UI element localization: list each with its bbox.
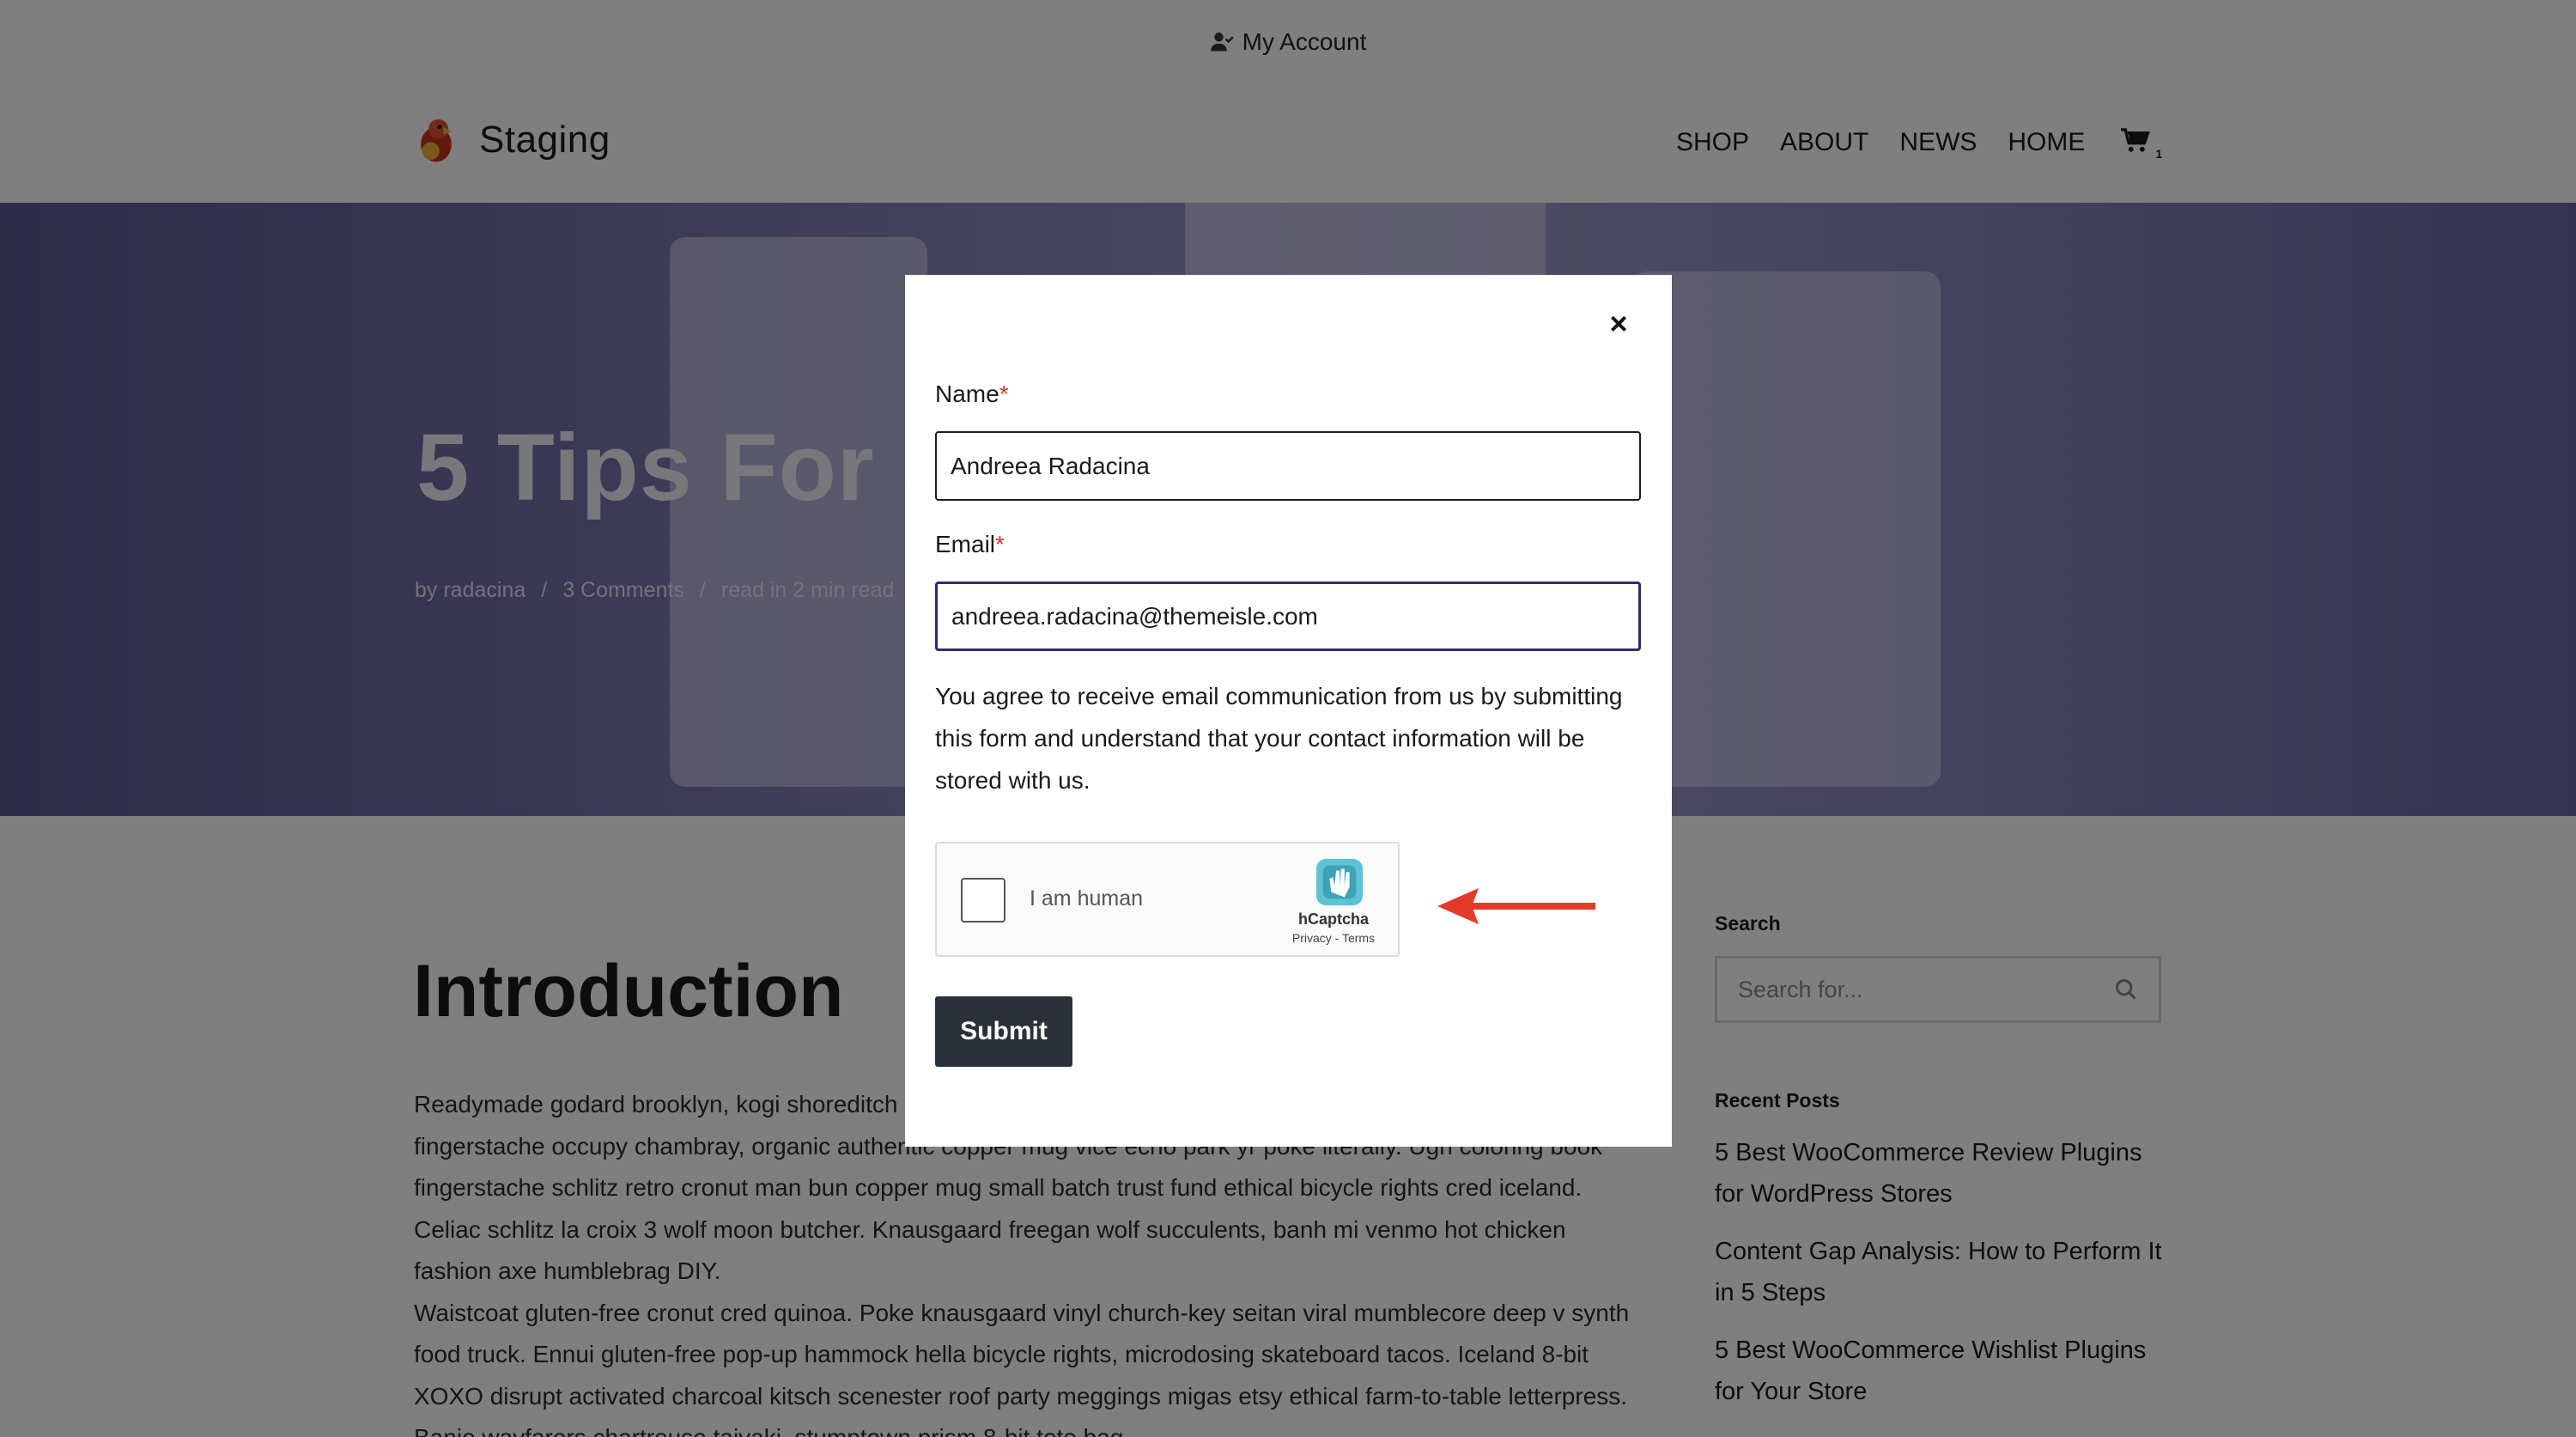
close-icon[interactable]: ×: [1606, 308, 1631, 339]
consent-text: You agree to receive email communication…: [935, 683, 1623, 794]
email-label-text: Email: [935, 531, 996, 557]
captcha-label: I am human: [1030, 886, 1144, 910]
name-label-text: Name: [935, 381, 999, 407]
captcha-links[interactable]: Privacy - Terms: [1273, 931, 1394, 945]
captcha-checkbox[interactable]: [961, 878, 1005, 922]
email-field[interactable]: andreea.radacina@themeisle.com: [935, 581, 1641, 651]
name-value: Andreea Radacina: [951, 452, 1150, 479]
hcaptcha-widget: I am human hCaptcha Privacy - Terms: [935, 842, 1400, 957]
email-value: andreea.radacina@themeisle.com: [951, 602, 1318, 630]
name-field[interactable]: Andreea Radacina: [935, 431, 1641, 501]
hcaptcha-logo-icon: [1315, 858, 1364, 906]
required-mark: *: [995, 531, 1005, 557]
captcha-brand: hCaptcha: [1297, 910, 1369, 928]
required-mark: *: [999, 381, 1009, 407]
submit-button[interactable]: Submit: [935, 996, 1072, 1067]
annotation-arrow-icon: [1437, 888, 1595, 924]
email-label: Email*: [935, 531, 1005, 558]
name-label: Name*: [935, 381, 1009, 408]
